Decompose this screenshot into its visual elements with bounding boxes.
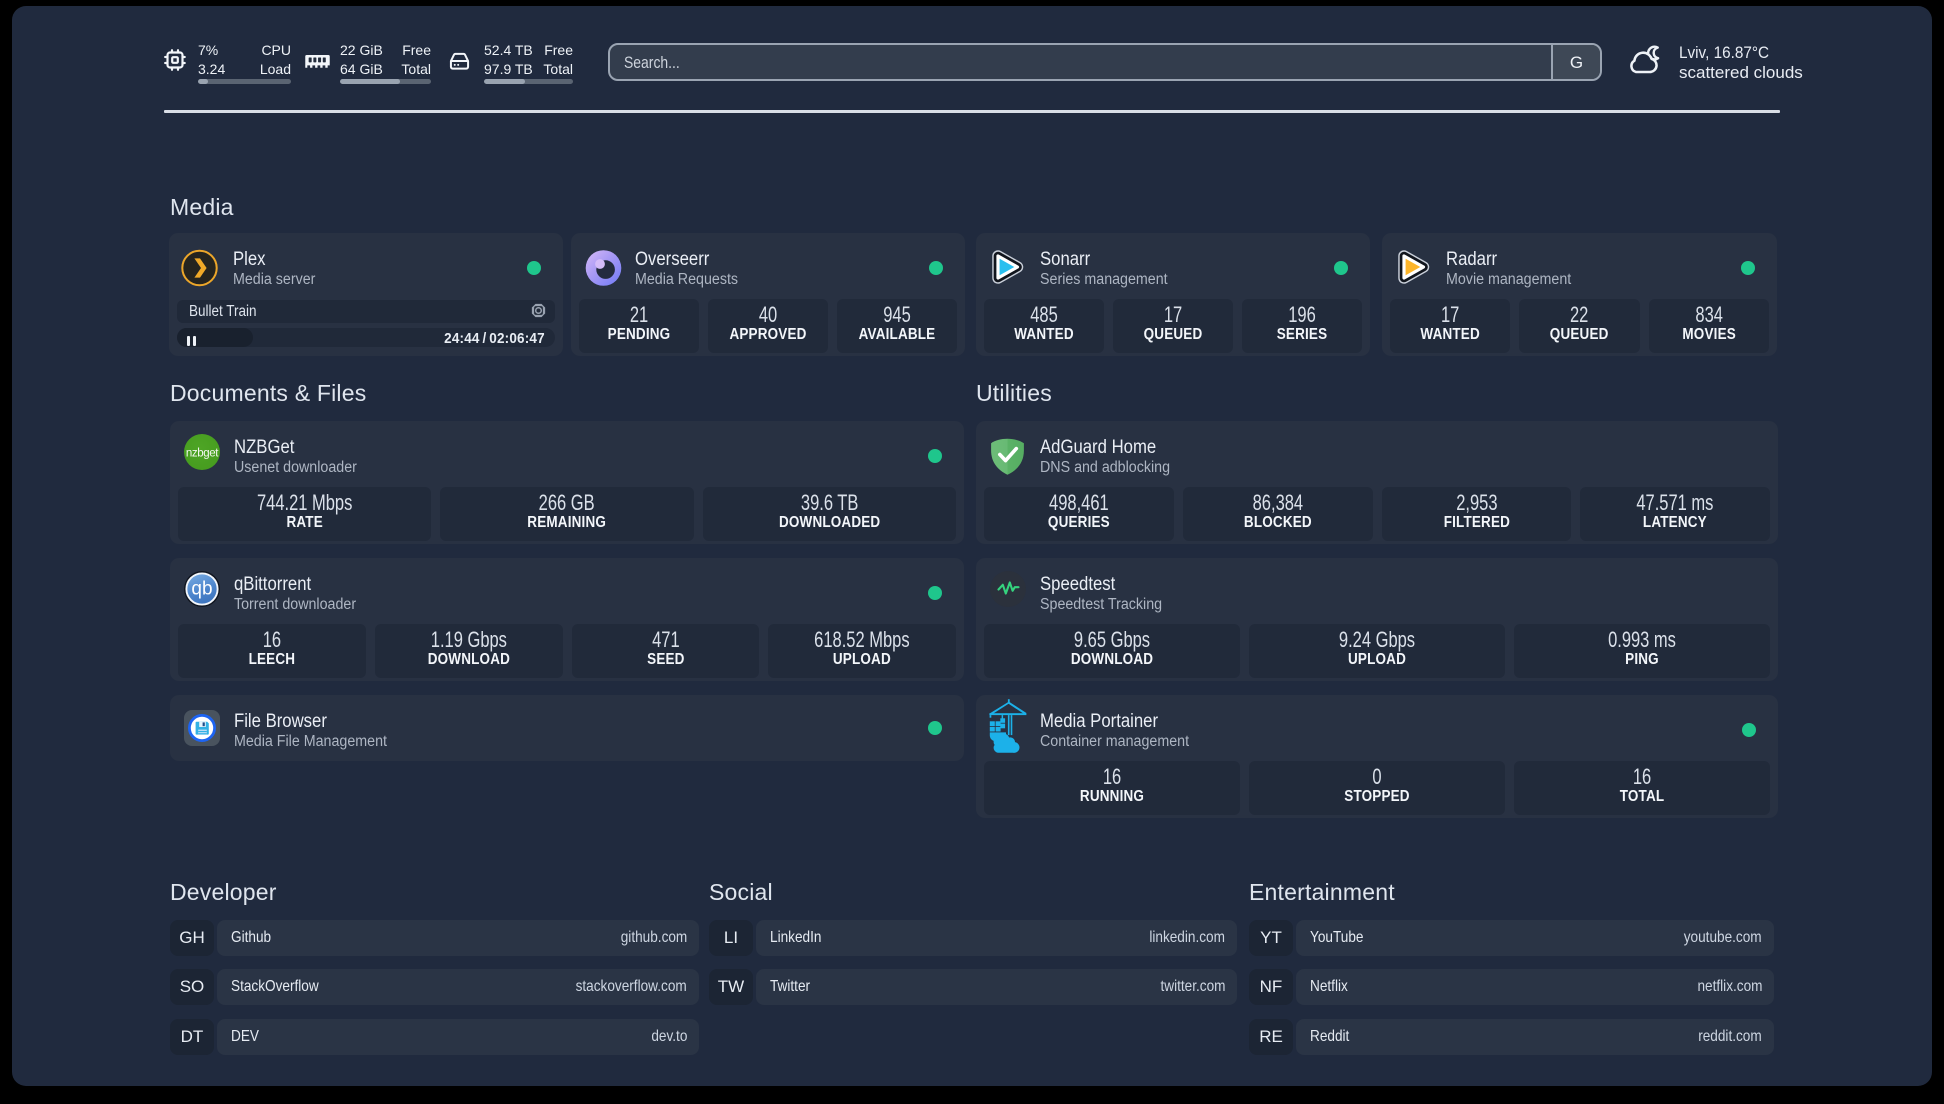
svg-text:nzbget: nzbget [186, 448, 219, 460]
svg-text:qb: qb [191, 579, 212, 600]
